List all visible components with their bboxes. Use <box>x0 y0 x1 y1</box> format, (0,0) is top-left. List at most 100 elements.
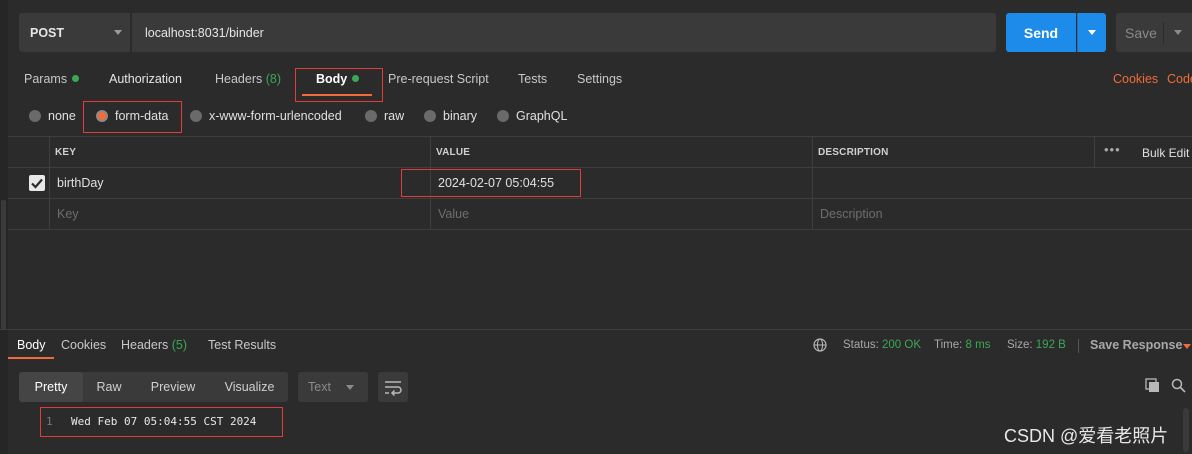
size-label: Size: <box>1007 339 1033 351</box>
highlight-box-form-data <box>83 101 182 133</box>
radio-binary[interactable]: binary <box>424 109 477 123</box>
view-visualize-button[interactable]: Visualize <box>211 372 288 402</box>
save-divider <box>1163 22 1164 44</box>
tab-settings[interactable]: Settings <box>577 72 622 86</box>
view-raw-button[interactable]: Raw <box>83 372 135 402</box>
highlight-box-response <box>40 407 283 437</box>
copy-icon[interactable] <box>1145 378 1160 396</box>
table-border <box>8 136 1192 137</box>
status-divider <box>1078 339 1079 353</box>
table-border <box>812 136 813 230</box>
url-value: localhost:8031/binder <box>145 25 264 40</box>
radio-circle <box>497 110 509 122</box>
view-label: Raw <box>96 380 122 394</box>
response-divider[interactable] <box>0 329 1192 330</box>
new-value-input[interactable]: Value <box>438 207 469 221</box>
tab-headers[interactable]: Headers (8) <box>215 72 281 86</box>
watermark-text: CSDN @爱看老照片 <box>1004 426 1169 446</box>
wrap-lines-icon <box>385 381 402 397</box>
format-value: Text <box>308 380 331 394</box>
view-label: Pretty <box>34 380 68 394</box>
highlight-box-body-tab <box>295 68 383 102</box>
status-label: Status: <box>843 339 879 351</box>
cookies-link[interactable]: Cookies <box>1113 72 1158 86</box>
tab-label: Authorization <box>109 72 182 86</box>
response-tab-body[interactable]: Body <box>17 338 46 352</box>
time-value: 8 ms <box>965 339 991 351</box>
response-tab-test-results[interactable]: Test Results <box>208 338 276 352</box>
view-label: Preview <box>150 380 196 394</box>
time-readout: Time: 8 ms <box>934 339 990 351</box>
radio-circle <box>190 110 202 122</box>
tab-label: Cookies <box>61 338 107 352</box>
tab-tests[interactable]: Tests <box>518 72 547 86</box>
radio-raw[interactable]: raw <box>365 109 404 123</box>
save-button[interactable]: Save <box>1116 13 1192 52</box>
response-scrollbar[interactable] <box>1183 408 1189 452</box>
radio-label: x-www-form-urlencoded <box>209 109 342 123</box>
radio-label: raw <box>384 109 405 123</box>
more-options-icon[interactable]: ••• <box>1104 142 1121 157</box>
send-button[interactable]: Send <box>1006 13 1076 52</box>
send-options-button[interactable] <box>1077 13 1106 52</box>
radio-x-www-form-urlencoded[interactable]: x-www-form-urlencoded <box>190 109 342 123</box>
radio-label: GraphQL <box>516 109 568 123</box>
tab-label: Body <box>17 338 46 352</box>
chevron-down-icon[interactable] <box>1174 30 1182 35</box>
radio-circle <box>424 110 436 122</box>
params-indicator-dot <box>72 75 80 82</box>
response-tab-headers[interactable]: Headers (5) <box>121 338 187 352</box>
checkmark-icon <box>31 178 43 189</box>
tab-label: Pre-request Script <box>388 72 489 86</box>
tab-label: Headers <box>215 72 263 86</box>
response-headers-count: (5) <box>171 338 188 352</box>
active-response-tab-underline <box>8 357 54 359</box>
left-scrollbar[interactable] <box>1 200 6 330</box>
radio-circle <box>29 110 41 122</box>
view-label: Visualize <box>224 380 275 394</box>
tab-label: Headers <box>121 338 169 352</box>
column-header-key: KEY <box>55 147 77 158</box>
radio-none[interactable]: none <box>29 109 76 123</box>
code-link[interactable]: Code <box>1167 72 1192 86</box>
radio-label: none <box>48 109 76 123</box>
new-description-input[interactable]: Description <box>820 207 883 221</box>
new-key-input[interactable]: Key <box>57 207 79 221</box>
table-border <box>8 198 1192 199</box>
tab-authorization[interactable]: Authorization <box>109 72 182 86</box>
view-preview-button[interactable]: Preview <box>135 372 211 402</box>
tab-label: Test Results <box>208 338 277 352</box>
row-enabled-checkbox[interactable] <box>29 175 45 191</box>
save-response-button[interactable]: Save Response <box>1090 338 1182 352</box>
response-tab-cookies[interactable]: Cookies <box>61 338 106 352</box>
tab-pre-request-script[interactable]: Pre-request Script <box>388 72 489 86</box>
globe-icon[interactable] <box>813 338 827 355</box>
table-border <box>49 136 50 230</box>
save-response-label: Save Response <box>1090 338 1183 352</box>
status-value: 200 OK <box>882 339 922 351</box>
radio-label: binary <box>443 109 478 123</box>
chevron-down-icon[interactable] <box>1183 344 1191 349</box>
tab-params[interactable]: Params <box>24 72 80 86</box>
time-label: Time: <box>934 339 963 351</box>
url-input[interactable]: localhost:8031/binder <box>132 13 996 52</box>
save-label: Save <box>1125 24 1157 41</box>
method-select[interactable]: POST <box>19 13 131 52</box>
row-key-cell[interactable]: birthDay <box>57 176 104 190</box>
radio-graphql[interactable]: GraphQL <box>497 109 567 123</box>
search-icon[interactable] <box>1171 378 1186 396</box>
view-mode-segmented-control: Pretty Raw Preview Visualize <box>19 372 288 402</box>
chevron-down-icon <box>346 385 354 390</box>
highlight-box-value <box>401 169 581 197</box>
column-header-description: DESCRIPTION <box>818 147 889 158</box>
method-value: POST <box>30 25 65 40</box>
send-label: Send <box>1023 24 1059 41</box>
size-value: 192 B <box>1035 339 1066 351</box>
radio-circle <box>365 110 377 122</box>
bulk-edit-link[interactable]: Bulk Edit <box>1142 146 1189 160</box>
wrap-lines-button[interactable] <box>378 372 408 402</box>
chevron-down-icon <box>114 30 122 35</box>
format-select[interactable]: Text <box>298 372 368 402</box>
view-pretty-button[interactable]: Pretty <box>19 372 83 402</box>
headers-count: (8) <box>265 72 282 86</box>
